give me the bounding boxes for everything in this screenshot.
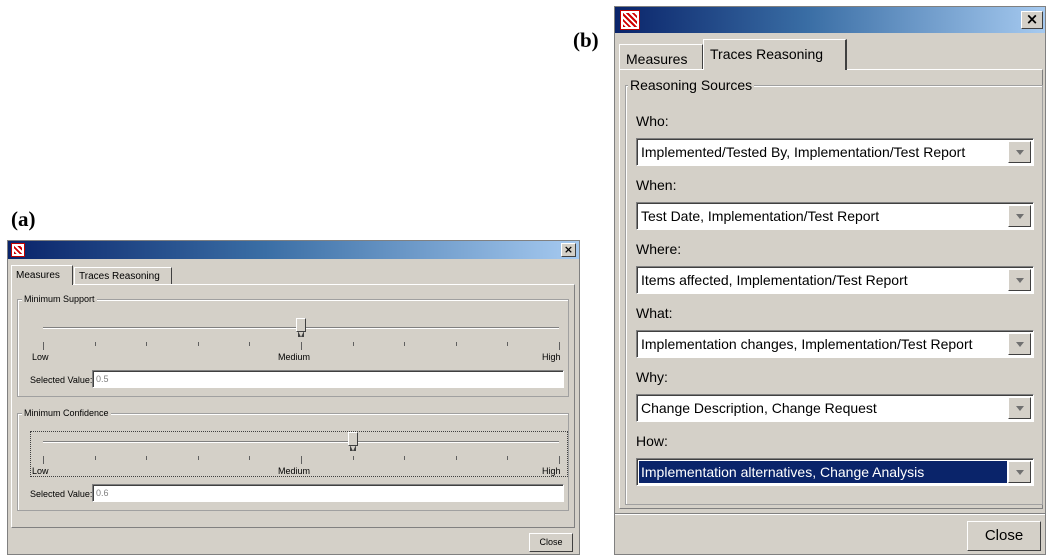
group-title: Minimum Confidence [22,407,111,419]
slider-tick [456,342,457,346]
field-label-why: Why: [636,369,668,385]
minimum-confidence-slider[interactable] [43,428,560,466]
tab-traces-reasoning[interactable]: Traces Reasoning [74,267,172,285]
tab-traces-reasoning[interactable]: Traces Reasoning [703,39,847,70]
slider-tick [249,342,250,346]
slider-label-low: Low [32,352,49,362]
dialog-window-traces-reasoning: × Measures Traces Reasoning Reasoning So… [614,6,1046,555]
slider-thumb[interactable] [296,318,306,337]
dialog-window-measures: × Measures Traces Reasoning Minimum Supp… [7,240,580,555]
slider-tick [95,342,96,346]
combobox-value: Implementation alternatives, Change Anal… [639,461,1007,483]
field-label-what: What: [636,305,673,321]
slider-tick [146,456,147,460]
close-window-button[interactable]: × [1021,11,1043,29]
slider-label-medium: Medium [278,466,311,476]
slider-tick [249,456,250,460]
group-title: Reasoning Sources [628,77,755,93]
combobox-value: Implemented/Tested By, Implementation/Te… [641,144,966,160]
combobox-value: Change Description, Change Request [641,400,877,416]
slider-tick [507,342,508,346]
slider-tick [404,456,405,460]
group-title: Minimum Support [22,293,97,305]
where-combobox[interactable]: Items affected, Implementation/Test Repo… [636,266,1034,294]
group-minimum-confidence: Minimum Confidence Low Medium High Selec… [17,407,569,511]
field-label-who: Who: [636,113,669,129]
how-combobox[interactable]: Implementation alternatives, Change Anal… [636,458,1034,486]
who-combobox[interactable]: Implemented/Tested By, Implementation/Te… [636,138,1034,166]
combobox-value: Implementation changes, Implementation/T… [641,336,973,352]
slider-tick [301,342,302,350]
slider-tick [146,342,147,346]
chevron-down-icon[interactable] [1008,205,1031,227]
slider-tick [404,342,405,346]
field-label-when: When: [636,177,677,193]
when-combobox[interactable]: Test Date, Implementation/Test Report [636,202,1034,230]
selected-value-field[interactable]: 0.6 [92,484,564,502]
title-bar[interactable]: × [615,7,1045,33]
selected-value-field[interactable]: 0.5 [92,370,564,388]
footer-separator [615,513,1045,515]
chevron-down-icon[interactable] [1008,333,1031,355]
what-combobox[interactable]: Implementation changes, Implementation/T… [636,330,1034,358]
minimum-support-slider[interactable] [43,314,560,352]
chevron-down-icon[interactable] [1008,269,1031,291]
slider-tick [95,456,96,460]
slider-tick [353,342,354,346]
slider-tick [353,456,354,460]
tab-measures[interactable]: Measures [11,265,73,285]
chevron-down-icon[interactable] [1008,397,1031,419]
field-label-how: How: [636,433,668,449]
slider-tick [559,342,560,350]
slider-track [43,441,559,443]
slider-label-low: Low [32,466,49,476]
group-minimum-support: Minimum Support Low Medium High Selected… [17,293,569,397]
slider-tick [198,342,199,346]
slider-tick [198,456,199,460]
slider-tick [456,456,457,460]
field-label-where: Where: [636,241,682,257]
combobox-value: Test Date, Implementation/Test Report [641,208,880,224]
selected-value-label: Selected Value: [30,375,93,385]
figure-label-a: (a) [11,207,36,231]
slider-tick [559,456,560,464]
slider-tick [43,342,44,350]
slider-tick [43,456,44,464]
slider-label-high: High [542,466,561,476]
slider-thumb[interactable] [348,432,358,451]
close-button[interactable]: Close [529,533,573,552]
app-icon [11,243,25,257]
group-reasoning-sources: Reasoning Sources Who: Implemented/Teste… [625,77,1043,505]
slider-tick [301,456,302,464]
slider-label-medium: Medium [278,352,311,362]
tab-measures[interactable]: Measures [619,44,703,69]
title-bar[interactable]: × [8,241,579,259]
selected-value-label: Selected Value: [30,489,93,499]
slider-label-high: High [542,352,561,362]
close-button[interactable]: Close [967,521,1041,551]
why-combobox[interactable]: Change Description, Change Request [636,394,1034,422]
app-icon [620,10,640,30]
slider-tick [507,456,508,460]
figure-label-b: (b) [573,28,599,52]
chevron-down-icon[interactable] [1008,461,1031,483]
close-window-button[interactable]: × [561,243,576,257]
combobox-value: Items affected, Implementation/Test Repo… [641,272,908,288]
chevron-down-icon[interactable] [1008,141,1031,163]
